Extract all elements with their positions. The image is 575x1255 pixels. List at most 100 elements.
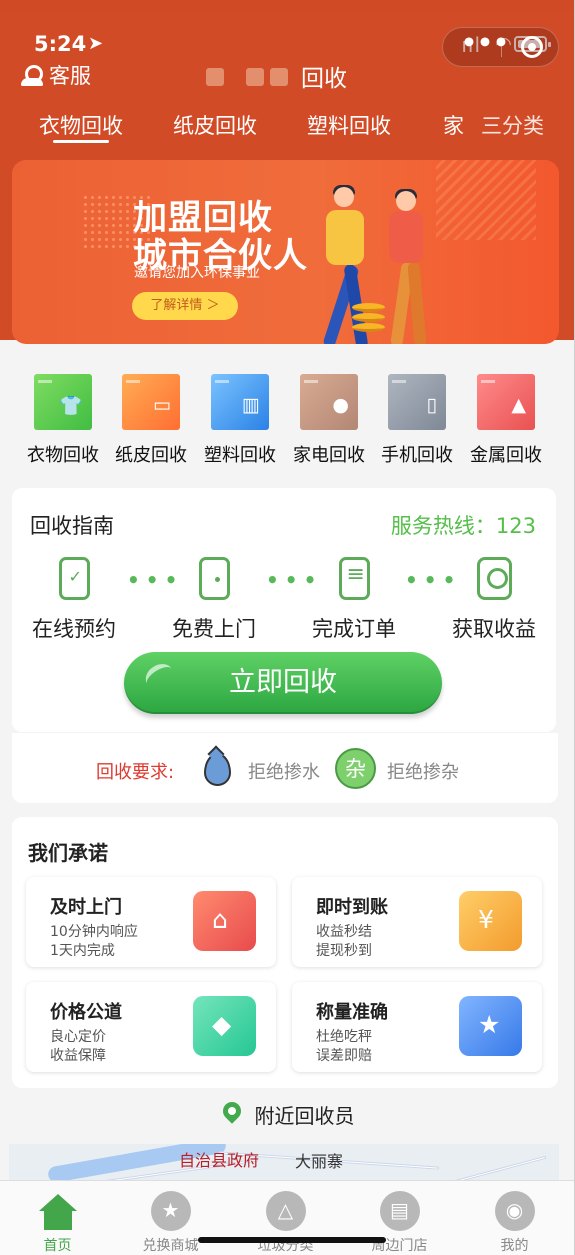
blurred-logo-mark: [246, 68, 264, 86]
nav-nearby-stores[interactable]: ▤ 周边门店: [342, 1181, 457, 1255]
reward-icon: [476, 557, 512, 600]
customer-service-icon: [20, 64, 44, 86]
nav-label: 我的: [500, 1238, 529, 1254]
blurred-logo-mark: [206, 68, 224, 86]
step-online-booking: 在线预约: [30, 557, 118, 643]
location-pin-icon: [221, 1102, 243, 1128]
water-drop-icon: [202, 748, 231, 786]
house-icon: ⌂: [193, 891, 256, 951]
nav-label: 首页: [43, 1238, 72, 1254]
category-label: 手机回收: [381, 445, 453, 466]
order-icon: [338, 557, 370, 600]
money-bag-icon: ¥: [459, 891, 522, 951]
location-arrow-icon: ➤: [88, 33, 104, 54]
tab-home-appliance-partial[interactable]: 家: [443, 110, 464, 140]
appliance-category-icon: ●: [300, 374, 358, 430]
status-time: 5:24: [34, 32, 87, 56]
banner-subtitle: 邀请您加入环保事业: [134, 265, 260, 281]
star-icon: ★: [150, 1191, 191, 1231]
partner-person-red: [389, 211, 423, 263]
promise-line: 误差即赔: [316, 1048, 372, 1064]
category-phone[interactable]: ▯ 手机回收: [374, 374, 460, 467]
clothes-category-icon: 👕: [34, 374, 92, 430]
gold-coin-stack-icon: [352, 303, 385, 312]
coin-icon: ◆: [193, 996, 256, 1056]
tab-clothes[interactable]: 衣物回收: [39, 110, 123, 143]
phone-category-icon: ▯: [388, 374, 446, 430]
map-label-government: 自治县政府: [179, 1151, 260, 1170]
step-label: 在线预约: [32, 617, 116, 641]
category-label: 衣物回收: [27, 445, 99, 466]
gold-coin-stack-icon: [352, 313, 385, 322]
bottom-navigation: 首页 ★ 兑换商城 △ 垃圾分类 ▤ 周边门店 ◉ 我的: [0, 1180, 575, 1255]
mini-program-page: 5:24 ➤ ııl ◠ 客服 回收 ••• 衣物回收 纸皮回收 塑料回收 家 …: [0, 0, 575, 1255]
home-icon: [38, 1191, 78, 1231]
promise-title: 我们承诺: [28, 841, 108, 865]
step-label: 免费上门: [172, 617, 256, 641]
nav-profile[interactable]: ◉ 我的: [457, 1181, 572, 1255]
promise-line: 良心定价: [50, 1029, 106, 1045]
no-water-text: 拒绝掺水: [248, 762, 320, 783]
partner-banner[interactable]: 加盟回收 城市合伙人 邀请您加入环保事业 了解详情 ＞: [12, 160, 559, 344]
cardboard-category-icon: ▭: [122, 374, 180, 430]
promise-line: 杜绝吃秤: [316, 1029, 372, 1045]
nav-garbage-sorting[interactable]: △ 垃圾分类: [228, 1181, 343, 1255]
learn-more-button[interactable]: 了解详情 ＞: [132, 292, 238, 320]
category-plastic[interactable]: ▥ 塑料回收: [197, 374, 283, 467]
promise-title-text: 及时上门: [50, 897, 122, 918]
mini-program-capsule[interactable]: •••: [442, 27, 559, 67]
plastic-category-icon: ▥: [211, 374, 269, 430]
promise-line: 1天内完成: [50, 943, 115, 959]
service-hotline[interactable]: 服务热线：123: [391, 510, 536, 540]
partners-illustration: [316, 176, 446, 344]
illustration-leg: [407, 261, 427, 344]
requirements-label: 回收要求:: [96, 762, 175, 783]
store-list-icon: ▤: [379, 1191, 420, 1231]
step-get-earnings: 获取收益: [450, 557, 538, 643]
recycle-now-button[interactable]: 立即回收: [124, 652, 442, 714]
tab-three-categories[interactable]: 三分类: [481, 110, 544, 140]
person-head: [334, 187, 354, 207]
category-cardboard[interactable]: ▭ 纸皮回收: [108, 374, 194, 467]
category-metal[interactable]: ▲ 金属回收: [463, 374, 549, 467]
capsule-divider: [501, 39, 502, 57]
blurred-logo-mark: [270, 68, 288, 86]
promise-line: 提现秒到: [316, 943, 372, 959]
tab-plastic[interactable]: 塑料回收: [307, 110, 391, 140]
step-label: 完成订单: [312, 617, 396, 641]
step-free-pickup: 免费上门: [170, 557, 258, 643]
promise-line: 10分钟内响应: [50, 924, 138, 940]
customer-service-button[interactable]: 客服: [20, 60, 91, 90]
nearby-recyclers-label: 附近回收员: [254, 1104, 355, 1128]
online-booking-icon: [58, 557, 90, 600]
partner-person-yellow: [326, 210, 364, 265]
promise-title-text: 称量准确: [316, 1002, 388, 1023]
tab-cardboard[interactable]: 纸皮回收: [173, 110, 257, 140]
nav-home[interactable]: 首页: [0, 1181, 115, 1255]
nav-exchange-mall[interactable]: ★ 兑换商城: [113, 1181, 228, 1255]
recycle-category-grid: 👕 衣物回收 ▭ 纸皮回收 ▥ 塑料回收 ● 家电回收 ▯ 手机回收 ▲ 金属回…: [0, 374, 575, 466]
category-tabs: 衣物回收 纸皮回收 塑料回收 家 三分类: [0, 110, 575, 158]
category-appliance[interactable]: ● 家电回收: [286, 374, 372, 467]
map-label-village: 大丽寨: [295, 1152, 344, 1171]
promise-title-text: 价格公道: [50, 1002, 122, 1023]
page-title: 回收: [301, 66, 347, 92]
category-label: 家电回收: [293, 445, 365, 466]
no-mixed-text: 拒绝掺杂: [387, 762, 459, 783]
recycle-guide-card: 回收指南 服务热线：123 在线预约 ••• 免费上门 ••• 完成订单 •••…: [12, 488, 556, 732]
nearby-recyclers-link[interactable]: 附近回收员: [0, 1100, 575, 1134]
metal-category-icon: ▲: [477, 374, 535, 430]
customer-service-label: 客服: [49, 64, 91, 88]
promise-accurate-weight: 称量准确 杜绝吃秤 误差即赔 ★: [292, 982, 542, 1072]
promise-timely-pickup: 及时上门 10分钟内响应 1天内完成 ⌂: [26, 877, 276, 967]
hotline-number[interactable]: 123: [496, 514, 536, 538]
category-clothes[interactable]: 👕 衣物回收: [20, 374, 106, 467]
home-indicator[interactable]: [198, 1237, 386, 1243]
recycle-requirements-card: 回收要求: 拒绝掺水 杂 拒绝掺杂: [12, 733, 558, 803]
close-target-icon[interactable]: [521, 36, 543, 58]
category-label: 塑料回收: [204, 445, 276, 466]
promise-card: 我们承诺 及时上门 10分钟内响应 1天内完成 ⌂ 即时到账 收益秒结 提现秒到…: [12, 817, 558, 1088]
promise-title-text: 即时到账: [316, 897, 388, 918]
promise-instant-payment: 即时到账 收益秒结 提现秒到 ¥: [292, 877, 542, 967]
recycle-guide-title: 回收指南: [30, 514, 114, 538]
